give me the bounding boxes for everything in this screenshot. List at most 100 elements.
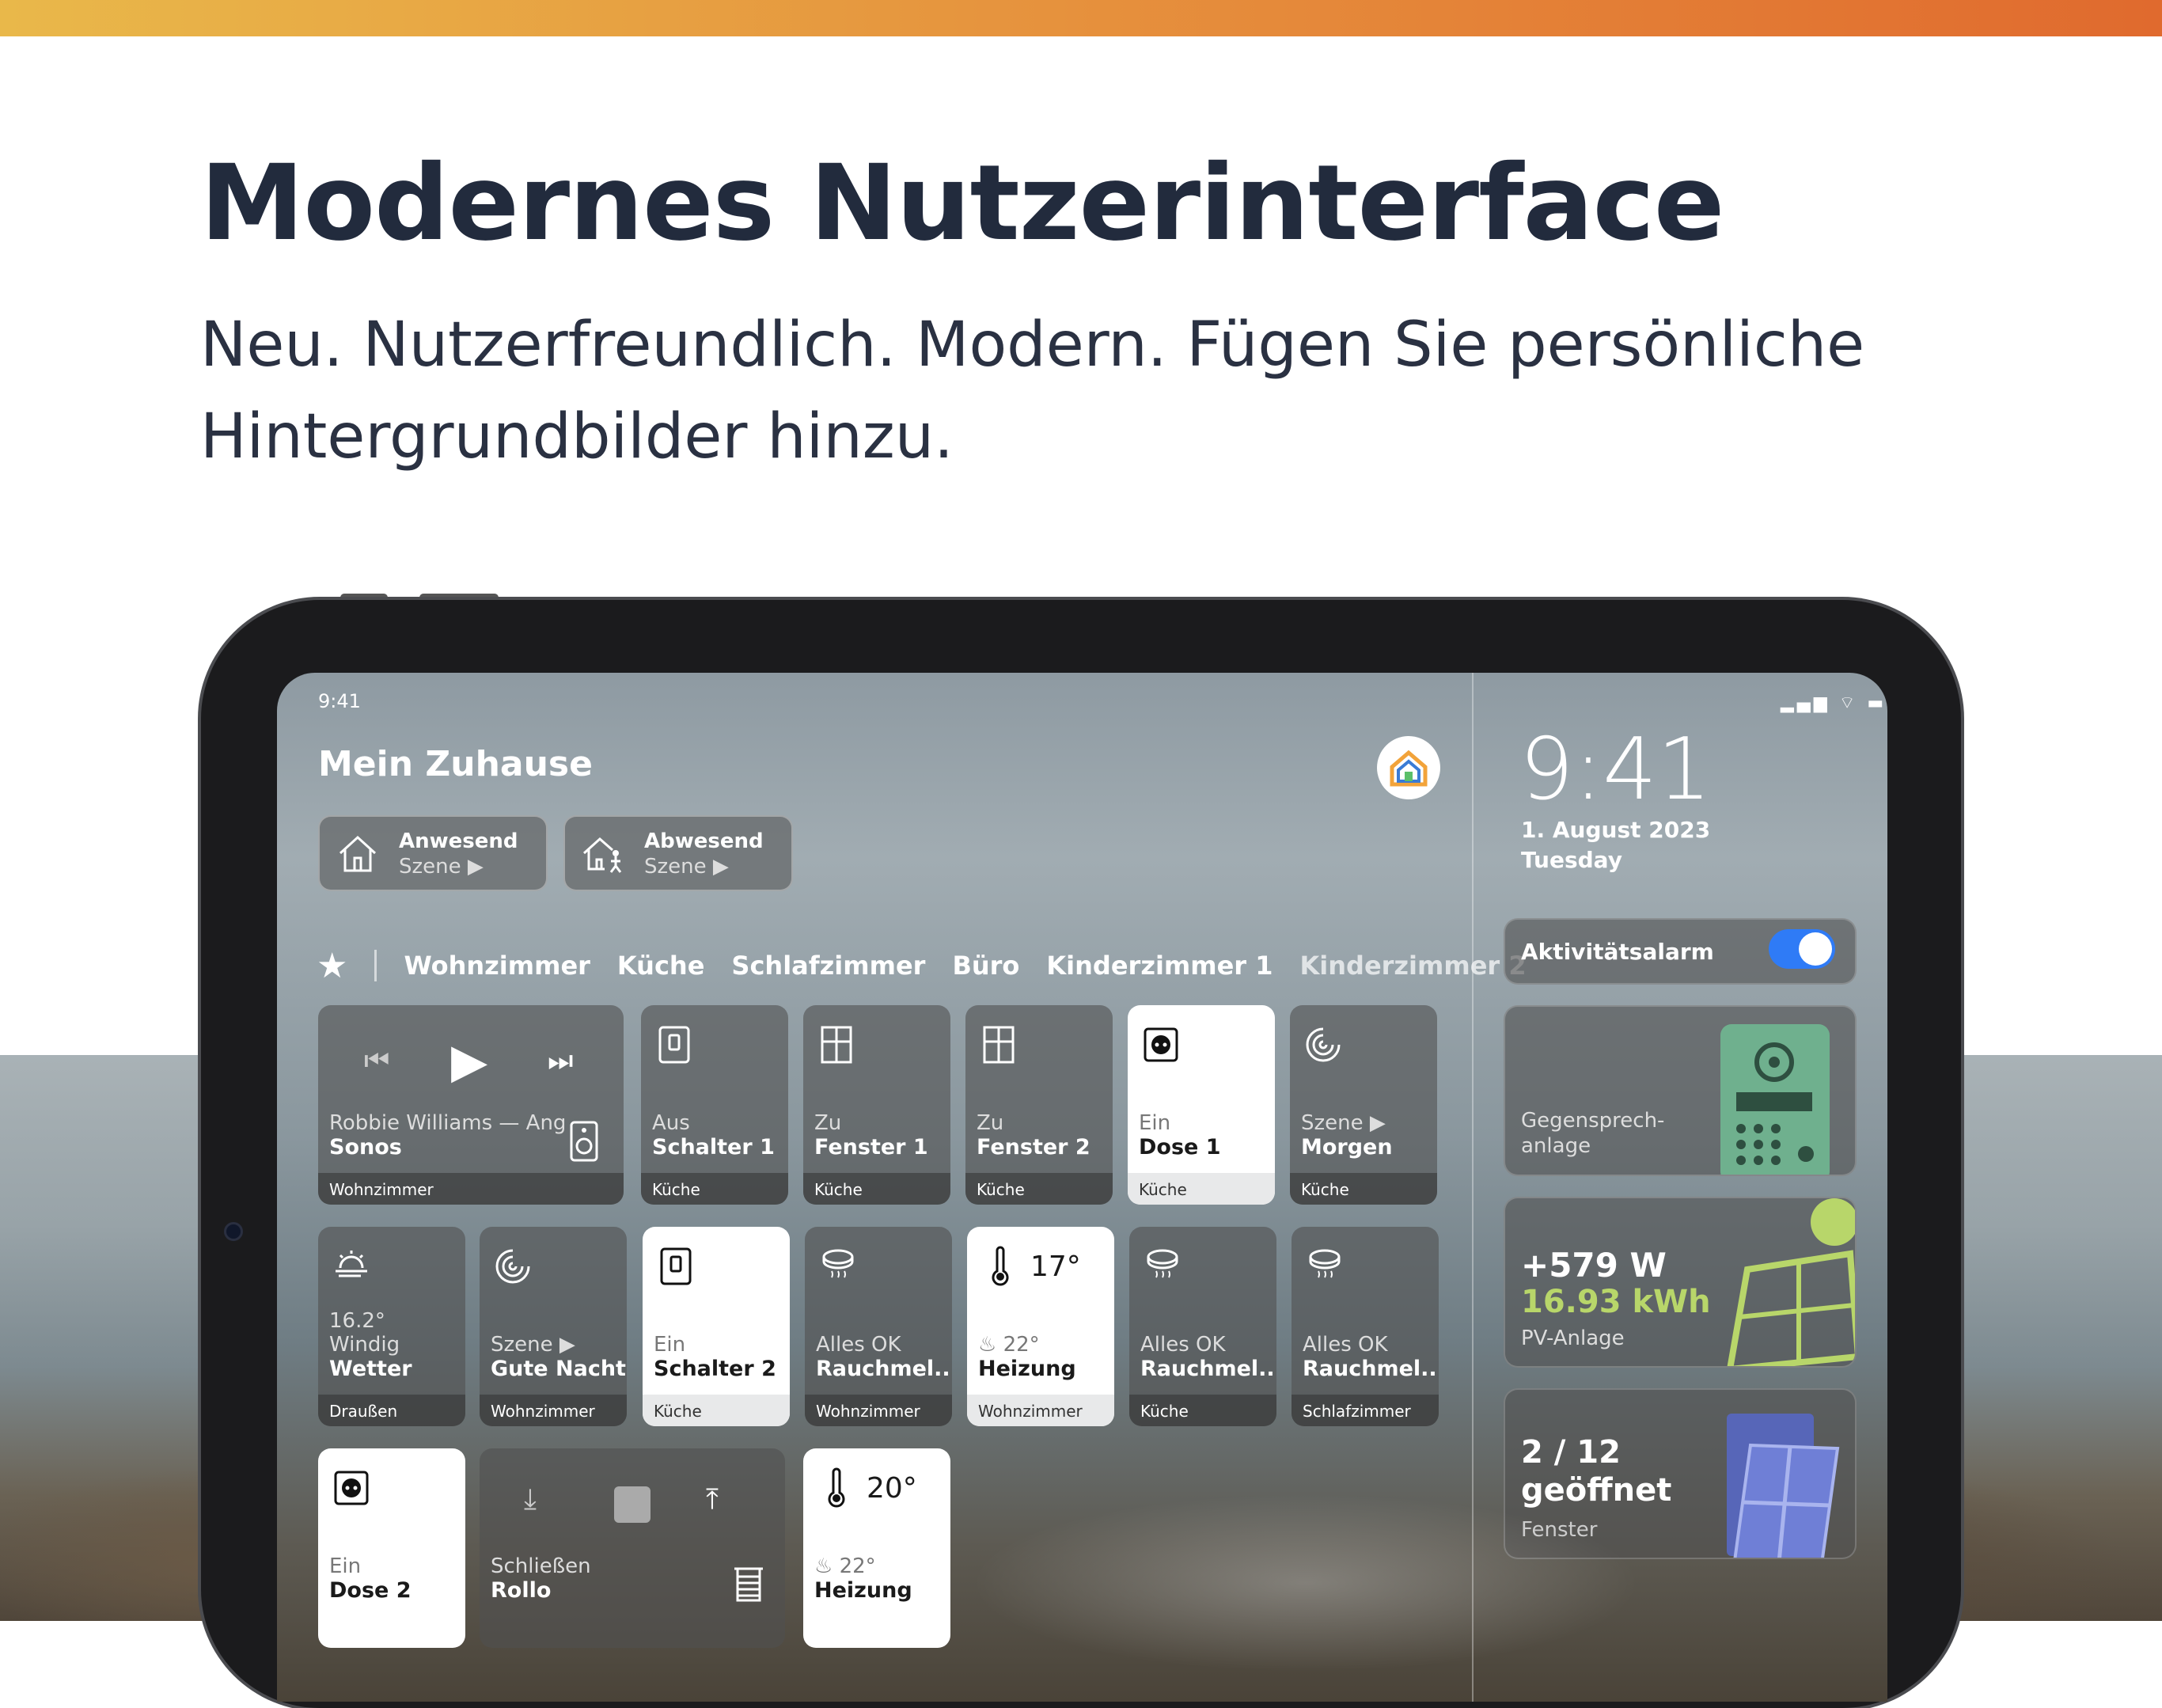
tile-schalter-2[interactable]: Ein Schalter 2 Küche xyxy=(643,1227,790,1426)
windows-label: Fenster xyxy=(1521,1518,1598,1542)
rollo-down-icon[interactable]: ⤓ xyxy=(524,1483,537,1516)
tile-state: Schließen xyxy=(491,1554,591,1578)
solar-panel-icon xyxy=(1727,1198,1855,1366)
top-accent-bar xyxy=(0,0,2162,36)
scene-spiral-icon xyxy=(1306,1027,1341,1062)
tile-name: Fenster 1 xyxy=(814,1135,928,1160)
thermometer-icon xyxy=(992,1246,1009,1286)
windows-count: 2 / 12 xyxy=(1521,1434,1621,1471)
tile-room: Küche xyxy=(1290,1173,1437,1205)
tile-szene-morgen[interactable]: Szene ▶ Morgen Küche xyxy=(1290,1005,1437,1205)
next-icon[interactable]: ⏭ xyxy=(548,1045,573,1078)
tile-szene-gute-nacht[interactable]: Szene ▶ Gute Nacht Wohnzimmer xyxy=(480,1227,627,1426)
activity-alarm-toggle[interactable] xyxy=(1769,929,1835,969)
tile-room: Draußen xyxy=(318,1395,465,1426)
tile-state: Zu xyxy=(814,1111,842,1135)
activity-alarm-label: Aktivitätsalarm xyxy=(1521,939,1714,965)
tile-state: Zu xyxy=(977,1111,1004,1135)
tile-heizung-wohnzimmer[interactable]: 17° ♨ 22° Heizung Wohnzimmer xyxy=(967,1227,1114,1426)
page-subline: Neu. Nutzerfreundlich. Modern. Fügen Sie… xyxy=(200,309,1865,473)
tab-kinderzimmer-2[interactable]: Kinderzimmer 2 xyxy=(1299,951,1526,981)
rollo-up-icon[interactable]: ⤒ xyxy=(706,1483,719,1516)
favorites-star-icon[interactable]: ★ xyxy=(317,946,347,986)
tile-heizung-2[interactable]: 20° ♨ 22° Heizung xyxy=(803,1448,950,1648)
outlet-icon xyxy=(1144,1027,1178,1062)
tile-fenster-2[interactable]: Zu Fenster 2 Küche xyxy=(965,1005,1113,1205)
room-tabs-divider xyxy=(374,950,377,981)
windows-widget[interactable]: 2 / 12 geöffnet Fenster xyxy=(1504,1388,1857,1559)
tile-state: Alles OK xyxy=(1140,1333,1226,1357)
tile-wetter[interactable]: 16.2° Windig Wetter Draußen xyxy=(318,1227,465,1426)
scene-sub: Szene ▶ xyxy=(644,855,729,879)
scene-button-abwesend[interactable]: Abwesend Szene ▶ xyxy=(563,815,793,891)
tile-name: Morgen xyxy=(1301,1135,1393,1160)
tile-state: Szene ▶ xyxy=(1301,1111,1386,1135)
tile-name: Heizung xyxy=(814,1578,912,1603)
tab-kueche[interactable]: Küche xyxy=(617,951,704,981)
tile-name: Dose 1 xyxy=(1139,1135,1221,1160)
tile-state: Ein xyxy=(1139,1111,1171,1135)
rollo-stop-icon[interactable] xyxy=(614,1486,650,1523)
pv-label: PV-Anlage xyxy=(1521,1327,1625,1350)
tile-name: Rauchmel... xyxy=(1140,1357,1276,1381)
tab-wohnzimmer[interactable]: Wohnzimmer xyxy=(404,951,590,981)
pv-widget[interactable]: +579 W 16.93 kWh PV-Anlage xyxy=(1504,1197,1857,1368)
weather-wind-icon xyxy=(336,1251,367,1277)
pv-kwh: 16.93 kWh xyxy=(1521,1284,1711,1320)
blinds-icon xyxy=(734,1567,763,1602)
switch-icon xyxy=(660,1247,692,1285)
tile-rauchmelder-schlafzimmer[interactable]: Alles OK Rauchmel... Schlafzimmer xyxy=(1292,1227,1439,1426)
tile-state: Ein xyxy=(329,1554,362,1578)
room-tabs: ★ Wohnzimmer Küche Schlafzimmer Büro Kin… xyxy=(317,942,1527,989)
pv-watt: +579 W xyxy=(1521,1246,1667,1285)
windows-state: geöffnet xyxy=(1521,1472,1672,1509)
tab-buero[interactable]: Büro xyxy=(952,951,1019,981)
tile-dose-1[interactable]: Ein Dose 1 Küche xyxy=(1128,1005,1275,1205)
tile-room: Küche xyxy=(803,1173,950,1205)
tile-state: Szene ▶ xyxy=(491,1333,575,1357)
scene-sub: Szene ▶ xyxy=(399,855,484,879)
intercom-widget[interactable]: Gegensprech- anlage xyxy=(1504,1005,1857,1176)
tile-name: Dose 2 xyxy=(329,1578,412,1603)
tile-room: Schlafzimmer xyxy=(1292,1395,1439,1426)
tab-kinderzimmer-1[interactable]: Kinderzimmer 1 xyxy=(1046,951,1273,981)
tile-temp: 16.2° xyxy=(329,1309,385,1333)
previous-icon[interactable]: ⏮ xyxy=(364,1045,389,1078)
scene-title: Abwesend xyxy=(644,829,764,853)
window-icon xyxy=(983,1026,1015,1064)
tile-dose-2[interactable]: Ein Dose 2 xyxy=(318,1448,465,1648)
tablet-screen: 9:41 ▂▄▆ ⌔ ▬ Mein Zuhause Anwesend Szene… xyxy=(277,673,1887,1702)
tile-rauchmelder-wohnzimmer[interactable]: Alles OK Rauchmel... Wohnzimmer xyxy=(805,1227,952,1426)
tile-schalter-1[interactable]: Aus Schalter 1 Küche xyxy=(641,1005,788,1205)
tile-name: Gute Nacht xyxy=(491,1357,626,1381)
tile-room: Wohnzimmer xyxy=(318,1173,624,1205)
tile-state: Ein xyxy=(654,1333,686,1357)
tile-fenster-1[interactable]: Zu Fenster 1 Küche xyxy=(803,1005,950,1205)
outlet-icon xyxy=(334,1471,369,1505)
scene-title: Anwesend xyxy=(399,829,518,853)
leave-home-icon xyxy=(582,837,622,873)
tile-name: Schalter 1 xyxy=(652,1135,775,1160)
tile-name: Rollo xyxy=(491,1578,552,1603)
intercom-icon xyxy=(1720,1024,1830,1175)
switch-icon xyxy=(658,1026,690,1064)
tile-name: Wetter xyxy=(329,1357,412,1381)
tile-name: Heizung xyxy=(978,1357,1076,1381)
tile-rollo[interactable]: ⤓ ⤒ Schließen Rollo xyxy=(480,1448,785,1648)
tile-name: Schalter 2 xyxy=(654,1357,776,1381)
tab-schlafzimmer[interactable]: Schlafzimmer xyxy=(731,951,925,981)
tile-temp: 20° xyxy=(867,1472,917,1505)
clock-date: 1. August 2023 Tuesday xyxy=(1521,815,1710,875)
activity-alarm-widget[interactable]: Aktivitätsalarm xyxy=(1504,918,1857,985)
speaker-icon xyxy=(570,1121,598,1162)
tile-state: ♨ 22° xyxy=(978,1333,1040,1357)
open-window-icon xyxy=(1727,1414,1840,1558)
play-icon[interactable]: ▶ xyxy=(451,1034,487,1089)
date-text: 1. August 2023 xyxy=(1521,817,1711,843)
tile-sonos[interactable]: ⏮ ▶ ⏭ Robbie Williams — Ang Sonos Wohnzi… xyxy=(318,1005,624,1205)
day-text: Tuesday xyxy=(1521,847,1622,873)
scene-button-anwesend[interactable]: Anwesend Szene ▶ xyxy=(318,815,548,891)
tile-rauchmelder-kueche[interactable]: Alles OK Rauchmel... Küche xyxy=(1129,1227,1276,1426)
home-app-icon[interactable] xyxy=(1377,736,1440,799)
status-icons: ▂▄▆ ⌔ ▬ xyxy=(1781,693,1887,713)
